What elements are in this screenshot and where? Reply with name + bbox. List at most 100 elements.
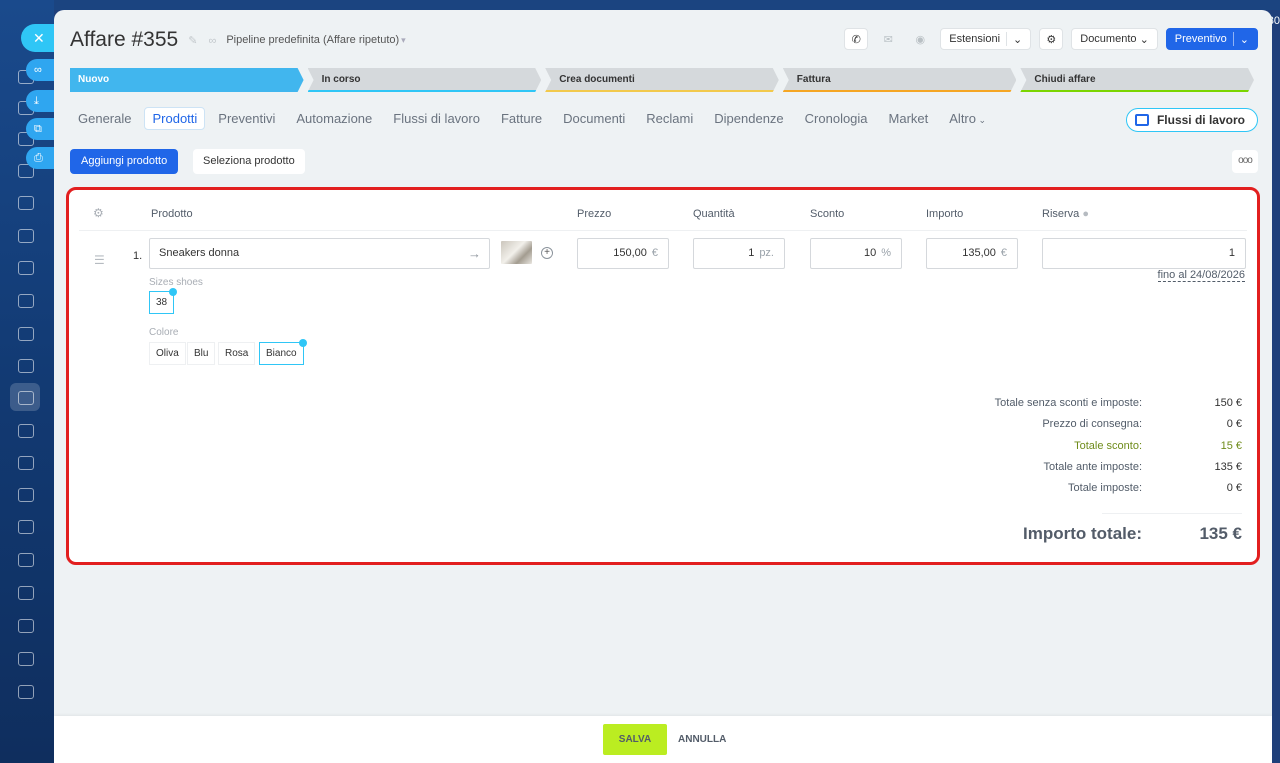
quote-button[interactable]: Preventivo ⌄ bbox=[1165, 28, 1258, 50]
menu-icon[interactable] bbox=[18, 456, 34, 470]
reserve-label: Riserva bbox=[1042, 208, 1080, 220]
size-label: 38 bbox=[156, 297, 168, 308]
product-image-thumbnail[interactable] bbox=[501, 241, 532, 264]
menu-icon[interactable] bbox=[18, 294, 34, 308]
color-option-oliva[interactable]: Oliva bbox=[149, 342, 186, 365]
mail-icon: ✉ bbox=[883, 33, 893, 46]
menu-icon[interactable] bbox=[18, 327, 34, 341]
tab-fatture[interactable]: Fatture bbox=[493, 107, 550, 130]
stage-4[interactable]: Fattura bbox=[783, 68, 1025, 92]
stage-3[interactable]: Crea documenti bbox=[545, 68, 787, 92]
column-settings-icon[interactable]: ⚙ bbox=[93, 206, 104, 220]
edit-icon[interactable]: ✎ ∞ bbox=[188, 34, 220, 47]
chevron-down-icon: ⌄ bbox=[1139, 33, 1149, 46]
stage-label: Crea documenti bbox=[559, 74, 635, 85]
total-label: Totale sconto: bbox=[1074, 439, 1142, 452]
color-option-blu[interactable]: Blu bbox=[187, 342, 216, 365]
tab-generale[interactable]: Generale bbox=[70, 107, 139, 130]
settings-button[interactable]: ⚙ bbox=[1039, 28, 1064, 50]
menu-icon[interactable] bbox=[18, 619, 34, 633]
menu-icon[interactable] bbox=[18, 685, 34, 699]
stage-2[interactable]: In corso bbox=[308, 68, 550, 92]
save-button[interactable]: SALVA bbox=[603, 724, 667, 755]
stage-1[interactable]: Nuovo bbox=[70, 68, 312, 92]
tab-label: Reclami bbox=[646, 111, 694, 126]
tab-market[interactable]: Market bbox=[881, 107, 937, 130]
tab-preventivi[interactable]: Preventivi bbox=[210, 107, 283, 130]
more-options-button[interactable]: ooo bbox=[1232, 150, 1258, 173]
external-link-icon: ⧉ bbox=[34, 123, 42, 135]
total-label: Prezzo di consegna: bbox=[1042, 418, 1142, 431]
stage-label: Fattura bbox=[796, 74, 831, 85]
gear-icon: ⚙ bbox=[1046, 33, 1057, 46]
tab-dipendenze[interactable]: Dipendenze bbox=[706, 107, 791, 130]
email-button[interactable]: ✉ bbox=[876, 28, 900, 50]
grand-total-row: Importo totale: 135 € bbox=[922, 524, 1242, 544]
select-product-button[interactable]: Seleziona prodotto bbox=[193, 149, 305, 174]
add-image-icon[interactable]: + bbox=[541, 247, 553, 259]
reserve-date-link[interactable]: fino al 24/08/2026 bbox=[1157, 269, 1245, 282]
quote-label: Preventivo bbox=[1174, 33, 1227, 45]
open-new-side-tab[interactable]: ⧉ bbox=[26, 118, 56, 140]
product-list-card: ⚙ Prodotto Prezzo Quantità Sconto Import… bbox=[66, 187, 1260, 565]
grand-total-value: 135 € bbox=[1199, 524, 1242, 544]
column-header-discount: Sconto bbox=[810, 208, 845, 220]
download-side-tab[interactable]: ⤓ bbox=[26, 90, 56, 112]
quantity-input[interactable]: 1 pz. bbox=[693, 238, 785, 269]
document-button[interactable]: Documento ⌄ bbox=[1071, 28, 1158, 50]
deal-tabs: Generale Prodotti Preventivi Automazione Flu… bbox=[70, 107, 999, 130]
tab-label: Market bbox=[888, 111, 929, 126]
pipeline-selector[interactable]: Pipeline predefinita (Affare ripetuto) ▾ bbox=[226, 34, 405, 46]
link-side-tab[interactable]: ∞ bbox=[26, 59, 56, 81]
workflows-button[interactable]: Flussi di lavoro bbox=[1125, 108, 1258, 132]
tab-prodotti[interactable]: Prodotti bbox=[144, 107, 206, 130]
extensions-label: Estensioni bbox=[949, 33, 1001, 45]
extensions-button[interactable]: Estensioni ⌄ bbox=[940, 28, 1032, 50]
menu-icon[interactable] bbox=[18, 261, 34, 275]
add-product-button[interactable]: Aggiungi prodotto bbox=[70, 149, 179, 174]
tab-altro[interactable]: Altro ⌄ bbox=[941, 107, 994, 130]
discount-input[interactable]: 10% bbox=[810, 238, 902, 269]
stage-5[interactable]: Chiudi affare bbox=[1020, 68, 1262, 92]
reserve-input[interactable]: 1 bbox=[1042, 238, 1246, 269]
help-icon[interactable]: ● bbox=[1082, 208, 1089, 220]
pipeline-label: Pipeline predefinita (Affare ripetuto) bbox=[226, 34, 400, 46]
arrow-right-icon[interactable]: → bbox=[468, 239, 481, 268]
stage-label: Nuovo bbox=[78, 74, 110, 85]
chat-button[interactable]: ◉ bbox=[908, 28, 932, 50]
menu-icon[interactable] bbox=[18, 553, 34, 567]
drag-handle-icon[interactable]: ☰ bbox=[94, 253, 105, 267]
cancel-button[interactable]: ANNULLA bbox=[678, 724, 726, 755]
total-value: 135 € bbox=[1214, 460, 1242, 473]
totals-summary: Totale senza sconti e imposte: 150 € Prez… bbox=[922, 397, 1242, 544]
price-input[interactable]: 150,00 € bbox=[577, 238, 669, 269]
tab-reclami[interactable]: Reclami bbox=[638, 107, 701, 130]
menu-icon[interactable] bbox=[18, 488, 34, 502]
menu-icon[interactable] bbox=[18, 520, 34, 534]
product-name-input[interactable]: Sneakers donna → bbox=[149, 238, 490, 269]
color-option-bianco[interactable]: Bianco bbox=[259, 339, 307, 365]
tab-cronologia[interactable]: Cronologia bbox=[797, 107, 876, 130]
color-option-rosa[interactable]: Rosa bbox=[218, 342, 256, 365]
price-unit: € bbox=[651, 247, 658, 259]
tab-label: Altro bbox=[949, 111, 976, 126]
menu-icon[interactable] bbox=[18, 424, 34, 438]
tab-documenti[interactable]: Documenti bbox=[555, 107, 633, 130]
menu-icon[interactable] bbox=[18, 229, 34, 243]
tab-flussi-di-lavoro[interactable]: Flussi di lavoro bbox=[385, 107, 488, 130]
menu-icon[interactable] bbox=[18, 652, 34, 666]
quantity-value: 1 bbox=[748, 247, 755, 259]
menu-icon[interactable] bbox=[18, 359, 34, 373]
quantity-unit: pz. bbox=[759, 247, 774, 259]
size-option-38[interactable]: 38 bbox=[149, 288, 178, 314]
print-side-tab[interactable]: ⎙ bbox=[26, 147, 56, 169]
menu-icon[interactable] bbox=[18, 586, 34, 600]
column-header-product: Prodotto bbox=[151, 208, 193, 220]
menu-icon[interactable] bbox=[18, 391, 34, 405]
phone-button[interactable]: ✆ bbox=[844, 28, 869, 50]
tab-automazione[interactable]: Automazione bbox=[288, 107, 380, 130]
amount-input[interactable]: 135,00 € bbox=[926, 238, 1018, 269]
chevron-down-icon: ⌄ bbox=[1239, 33, 1249, 46]
column-header-price: Prezzo bbox=[577, 208, 612, 220]
menu-icon[interactable] bbox=[18, 196, 34, 210]
